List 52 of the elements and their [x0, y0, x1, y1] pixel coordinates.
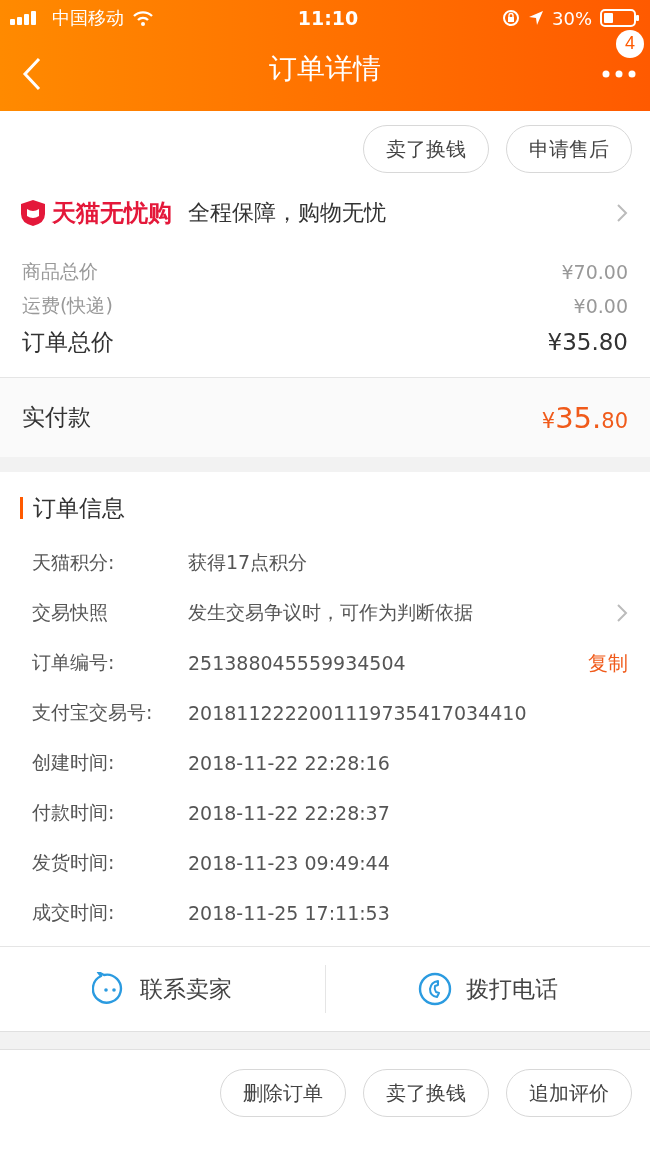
rotation-lock-icon: [502, 9, 520, 27]
wifi-icon: [132, 10, 154, 26]
chevron-right-icon: [616, 603, 628, 623]
info-label: 交易快照: [32, 600, 109, 625]
price-value: ¥70.00: [561, 261, 628, 283]
more-icon: [602, 69, 636, 78]
info-value: 2018-11-23 09:49:44: [188, 852, 391, 874]
contact-button[interactable]: 拨打电话: [325, 947, 650, 1031]
snapshot-row[interactable]: 交易快照 发生交易争议时，可作为判断依据: [20, 588, 628, 638]
brand-name: 天猫无忧购: [52, 198, 172, 229]
action-button[interactable]: 删除订单: [220, 1069, 346, 1117]
back-icon: [22, 56, 42, 91]
battery-percent: 30%: [552, 7, 592, 29]
price-value: ¥35.80: [547, 329, 628, 355]
price-label: 运费(快递): [22, 293, 113, 318]
action-button[interactable]: 追加评价: [506, 1069, 632, 1117]
action-button[interactable]: 卖了换钱: [363, 1069, 489, 1117]
paid-label: 实付款: [22, 403, 91, 432]
accent-bar: [20, 497, 23, 519]
info-value: 2018-11-22 22:28:37: [188, 802, 391, 824]
carrier-name: 中国移动: [52, 6, 124, 30]
action-button[interactable]: 卖了换钱: [363, 125, 489, 173]
section-title: 订单信息: [33, 493, 125, 523]
guarantee-text: 全程保障，购物无忧: [188, 199, 387, 227]
phone-icon: [417, 972, 452, 1006]
info-label: 订单编号:: [32, 650, 116, 675]
paid-amount: ¥35.80: [541, 400, 628, 435]
info-value: 发生交易争议时，可作为判断依据: [188, 600, 474, 625]
info-value: 2018-11-25 17:11:53: [188, 902, 391, 924]
info-value: 获得17点积分: [188, 550, 309, 575]
price-label: 订单总价: [22, 327, 114, 357]
info-value: 2018112222001119735417034410: [188, 702, 528, 724]
info-label: 付款时间:: [32, 800, 116, 825]
status-time: 11:10: [297, 7, 359, 29]
contact-button[interactable]: 联系卖家: [0, 947, 325, 1031]
info-label: 支付宝交易号:: [32, 700, 154, 725]
info-label: 发货时间:: [32, 850, 116, 875]
info-value: 251388045559934504: [188, 652, 407, 674]
shield-icon: [20, 199, 46, 227]
location-icon: [528, 10, 544, 26]
price-label: 商品总价: [22, 259, 98, 284]
info-label: 成交时间:: [32, 900, 116, 925]
info-label: 创建时间:: [32, 750, 116, 775]
notification-badge: 4: [616, 29, 644, 58]
info-label: 天猫积分:: [32, 550, 116, 575]
chevron-right-icon: [616, 203, 628, 223]
battery-icon: [600, 9, 640, 27]
guarantee-row[interactable]: 天猫无忧购 全程保障，购物无忧: [0, 187, 650, 249]
price-value: ¥0.00: [573, 295, 628, 317]
action-button[interactable]: 申请售后: [506, 125, 632, 173]
info-value: 2018-11-22 22:28:16: [188, 752, 391, 774]
page-title: 订单详情: [268, 51, 382, 87]
